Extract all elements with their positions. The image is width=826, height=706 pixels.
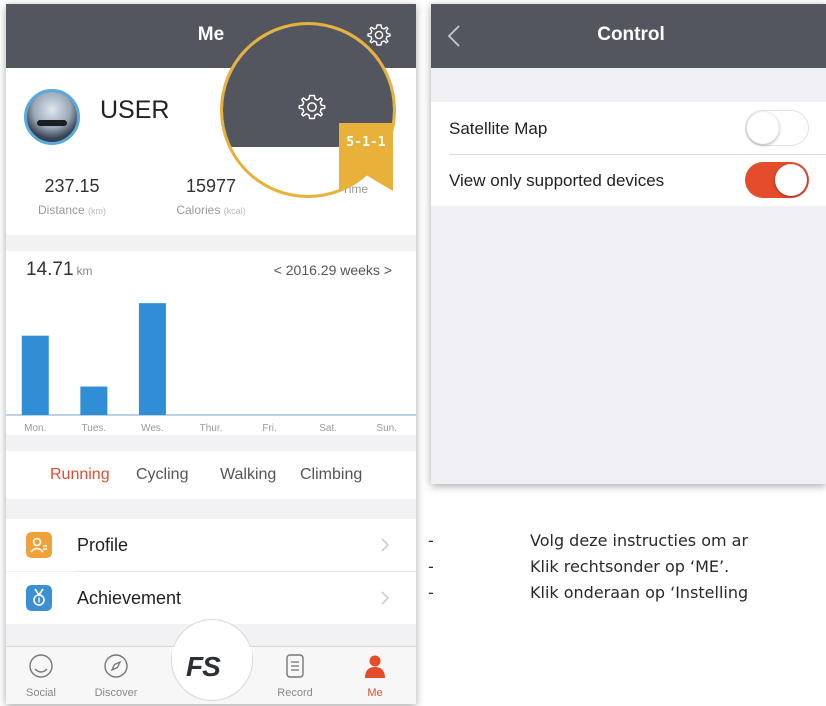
tab-label: Social bbox=[26, 687, 56, 699]
chart-tick-label: Sat. bbox=[319, 423, 337, 434]
week-total-value: 14.71 bbox=[26, 259, 74, 280]
fs-logo[interactable]: FS bbox=[186, 651, 221, 683]
step-label: 5-1-1 bbox=[346, 135, 386, 150]
chart-tick-label: Fri. bbox=[262, 423, 276, 434]
satellite-map-toggle[interactable] bbox=[745, 110, 809, 146]
week-total-unit: km bbox=[76, 264, 93, 278]
chevron-left-icon[interactable] bbox=[447, 24, 461, 48]
control-screen: Control Satellite Map View only supporte… bbox=[431, 4, 826, 484]
gear-icon[interactable] bbox=[297, 92, 327, 122]
tab-record[interactable]: Record bbox=[260, 647, 330, 704]
menu-label: Profile bbox=[77, 535, 129, 555]
person-icon bbox=[365, 655, 385, 678]
chevron-right-icon bbox=[381, 538, 390, 552]
tab-me[interactable]: Me bbox=[340, 647, 410, 704]
me-screen: Me USER 237.15 Distance (km) 15977 Calor… bbox=[6, 4, 416, 704]
bar-chart: Mon. Tues. Wes. Thur. Fri. Sat. Sun. bbox=[6, 303, 416, 434]
chart-bar bbox=[21, 335, 49, 415]
page-title: Control bbox=[597, 24, 665, 45]
medal-icon bbox=[26, 585, 52, 611]
chart-bar bbox=[80, 386, 108, 415]
chart-tick-label: Sun. bbox=[376, 423, 397, 434]
chart-tick-label: Thur. bbox=[200, 423, 223, 434]
chart-bar bbox=[138, 303, 166, 415]
tab-walking[interactable]: Walking bbox=[220, 466, 276, 484]
nav-bar: Control bbox=[431, 4, 826, 68]
week-summary: 14.71 km < 2016.29 weeks > bbox=[6, 251, 416, 285]
tab-social[interactable]: Social bbox=[6, 647, 76, 704]
tab-running[interactable]: Running bbox=[50, 466, 110, 484]
menu-item-achievement[interactable]: Achievement bbox=[6, 572, 416, 624]
stat-unit: (km) bbox=[88, 206, 107, 216]
tab-bar: Social Discover FS Record Me bbox=[6, 619, 416, 704]
menu-label: Achievement bbox=[77, 588, 182, 608]
avatar[interactable] bbox=[24, 89, 80, 145]
step-badge: 5-1-1 bbox=[339, 123, 393, 191]
chart-tick-label: Tues. bbox=[82, 423, 107, 434]
record-icon bbox=[286, 654, 304, 678]
tab-discover[interactable]: Discover bbox=[81, 647, 151, 704]
sport-tabs: Running Cycling Walking Climbing bbox=[6, 451, 416, 499]
stat-value: 237.15 bbox=[44, 176, 100, 196]
setting-satellite-map: Satellite Map bbox=[431, 102, 826, 154]
chart-tick-label: Mon. bbox=[24, 423, 46, 434]
stat-distance: 237.15 Distance (km) bbox=[6, 176, 138, 217]
weekly-chart: Mon. Tues. Wes. Thur. Fri. Sat. Sun. bbox=[6, 285, 416, 435]
tab-climbing[interactable]: Climbing bbox=[300, 466, 362, 484]
chevron-right-icon bbox=[381, 591, 390, 605]
social-icon bbox=[29, 654, 53, 678]
profile-icon bbox=[26, 532, 52, 558]
supported-devices-toggle[interactable] bbox=[745, 162, 809, 198]
bookmark-shape bbox=[339, 123, 393, 191]
tab-label: Me bbox=[367, 687, 383, 699]
setting-label: Satellite Map bbox=[449, 119, 548, 138]
setting-label: View only supported devices bbox=[449, 171, 665, 190]
compass-icon bbox=[104, 654, 128, 678]
setting-supported-devices: View only supported devices bbox=[431, 154, 826, 206]
stat-label: Calories bbox=[176, 203, 221, 217]
menu-item-profile[interactable]: Profile bbox=[6, 519, 416, 571]
week-selector[interactable]: < 2016.29 weeks > bbox=[274, 262, 392, 278]
stat-label: Distance bbox=[37, 203, 85, 217]
username: USER bbox=[100, 96, 170, 124]
tab-label: Record bbox=[277, 687, 313, 699]
stat-calories: 15977 Calories (kcal) bbox=[146, 176, 276, 217]
tab-cycling[interactable]: Cycling bbox=[136, 466, 188, 484]
stat-unit: (kcal) bbox=[223, 206, 246, 216]
chart-tick-label: Wes. bbox=[141, 423, 164, 434]
tab-label: Discover bbox=[94, 687, 138, 699]
